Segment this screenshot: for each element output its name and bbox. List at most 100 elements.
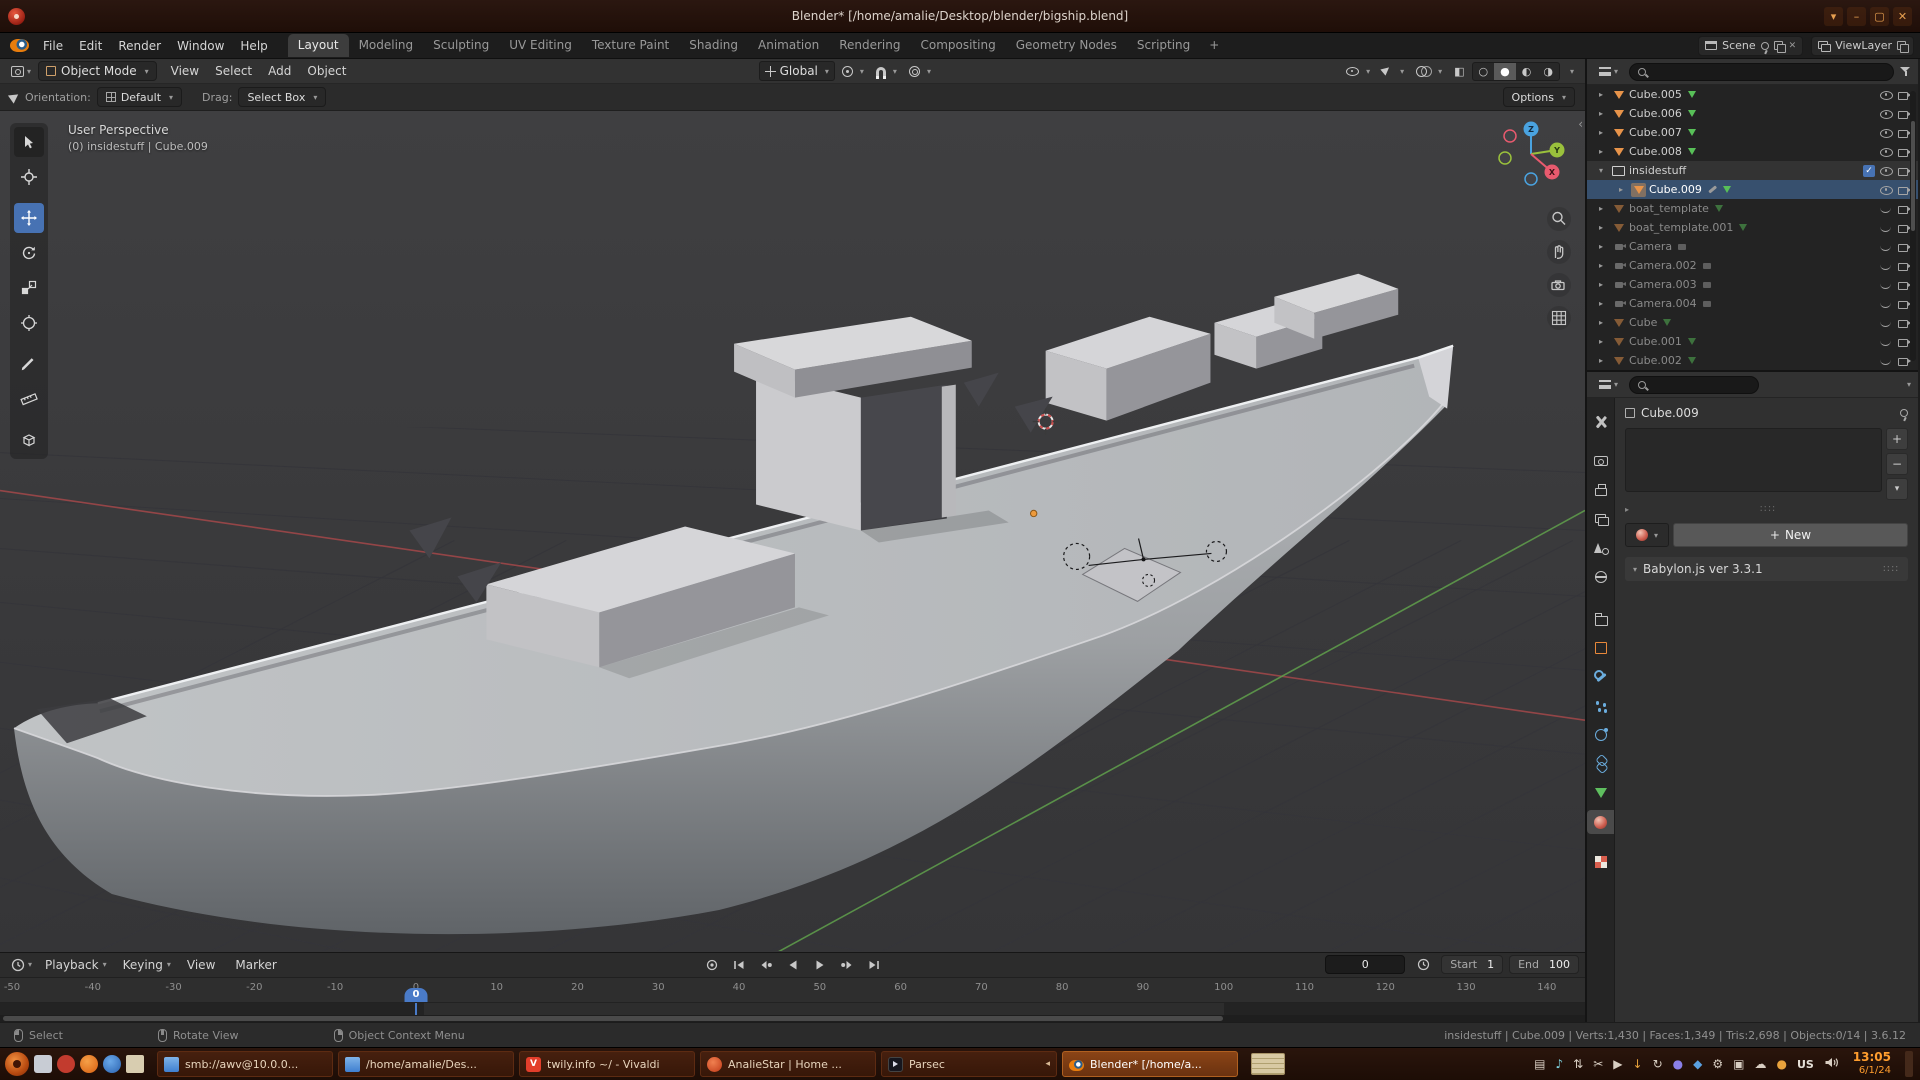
timeline-scrollbar[interactable] xyxy=(0,1015,1585,1022)
outliner-row[interactable]: ▸ Camera xyxy=(1587,237,1918,256)
disclosure-triangle[interactable]: ▸ xyxy=(1599,147,1608,156)
workspace-tab[interactable]: Compositing xyxy=(910,34,1005,57)
clock[interactable]: 13:05 6/1/24 xyxy=(1853,1051,1891,1076)
tool-tab[interactable] xyxy=(1587,410,1614,434)
workspace-tab[interactable]: Layout xyxy=(288,34,349,57)
app-menu-item[interactable]: Window xyxy=(169,37,232,55)
cursor-tool[interactable] xyxy=(14,162,44,192)
disclosure-triangle[interactable]: ▾ xyxy=(1599,166,1608,175)
properties-options-chevron[interactable]: ▾ xyxy=(1907,380,1911,389)
outliner-row[interactable]: ▸ Cube.008 xyxy=(1587,142,1918,161)
collection-tab[interactable] xyxy=(1587,607,1614,631)
outliner-row[interactable]: ▸ Camera.004 xyxy=(1587,294,1918,313)
object-name[interactable]: Cube.007 xyxy=(1629,126,1682,139)
properties-search-input[interactable] xyxy=(1629,376,1759,394)
timeline-menu-item[interactable]: View xyxy=(179,956,227,974)
playhead-line[interactable] xyxy=(415,1003,417,1015)
proportional-editing-toggle[interactable]: ▾ xyxy=(904,61,936,81)
playhead[interactable]: 0 xyxy=(405,988,428,1002)
measure-tool[interactable] xyxy=(14,384,44,414)
launcher-firefox-icon[interactable] xyxy=(80,1055,98,1073)
outliner-row[interactable]: ▸ Cube xyxy=(1587,313,1918,332)
navigation-gizmo[interactable]: Z Y X xyxy=(1489,113,1573,200)
workspace-tab[interactable]: Rendering xyxy=(829,34,910,57)
jump-to-end-button[interactable] xyxy=(862,955,886,974)
object-origin-dot[interactable] xyxy=(1030,510,1036,516)
panel-hide-button[interactable] xyxy=(1905,1051,1913,1077)
volume-icon[interactable] xyxy=(1824,1056,1839,1072)
workspace-tab[interactable]: Sculpting xyxy=(423,34,499,57)
taskbar-task[interactable]: Parsec ◂ xyxy=(881,1051,1057,1077)
camera-view-icon[interactable] xyxy=(1547,273,1571,297)
overlays-dropdown[interactable]: ▾ xyxy=(1411,61,1447,81)
visibility-eye-icon[interactable] xyxy=(1878,335,1894,349)
start-menu-button[interactable] xyxy=(5,1052,29,1076)
shading-solid-button[interactable]: ● xyxy=(1494,63,1516,80)
remove-slot-button[interactable]: − xyxy=(1886,453,1908,475)
viewport-canvas[interactable] xyxy=(0,111,1585,951)
visibility-eye-icon[interactable] xyxy=(1878,297,1894,311)
visibility-eye-icon[interactable] xyxy=(1878,126,1894,140)
disclosure-triangle[interactable]: ▸ xyxy=(1599,90,1608,99)
texture-tab[interactable] xyxy=(1587,850,1614,874)
object-name[interactable]: Cube.009 xyxy=(1649,183,1702,196)
material-tab[interactable] xyxy=(1587,810,1614,834)
outliner-row[interactable]: ▸ Cube.006 xyxy=(1587,104,1918,123)
move-tool[interactable] xyxy=(14,203,44,233)
slot-list-grip[interactable]: ▸ ∷∷ xyxy=(1625,502,1908,517)
viewport-menu-item[interactable]: View xyxy=(163,62,207,80)
orthographic-toggle-icon[interactable] xyxy=(1547,306,1571,330)
visibility-eye-icon[interactable] xyxy=(1878,221,1894,235)
workspace-tab[interactable]: Animation xyxy=(748,34,829,57)
outliner-row[interactable]: ▾ insidestuff xyxy=(1587,161,1918,180)
sidebar-collapse-arrow[interactable]: ‹ xyxy=(1578,117,1583,131)
visibility-eye-icon[interactable] xyxy=(1878,107,1894,121)
filter-icon[interactable] xyxy=(1900,66,1911,77)
taskbar-task[interactable]: AnalieStar | Home ... xyxy=(700,1051,876,1077)
tray-app-icon[interactable]: ◆ xyxy=(1693,1058,1702,1070)
tray-player-icon[interactable]: ▶ xyxy=(1613,1058,1622,1070)
disclosure-triangle[interactable]: ▸ xyxy=(1599,318,1608,327)
shading-wireframe-button[interactable]: ○ xyxy=(1473,63,1495,80)
outliner-scrollbar[interactable] xyxy=(1910,91,1916,361)
outliner-row[interactable]: ▸ Camera.003 xyxy=(1587,275,1918,294)
options-dropdown[interactable]: Options▾ xyxy=(1503,87,1575,107)
viewport-menu-item[interactable]: Select xyxy=(207,62,260,80)
outliner-editor-type-button[interactable]: ▾ xyxy=(1594,65,1623,78)
add-slot-button[interactable]: + xyxy=(1886,428,1908,450)
app-menu-item[interactable]: Help xyxy=(232,37,275,55)
editor-type-button[interactable]: ▾ xyxy=(6,64,36,79)
drag-mode-dropdown[interactable]: Select Box▾ xyxy=(238,87,326,107)
properties-editor-type-button[interactable]: ▾ xyxy=(1594,378,1623,391)
object-name[interactable]: Cube.008 xyxy=(1629,145,1682,158)
tray-clipboard-icon[interactable]: ▤ xyxy=(1534,1058,1545,1070)
object-name[interactable]: Cube.006 xyxy=(1629,107,1682,120)
launcher-files-icon[interactable] xyxy=(103,1055,121,1073)
auto-keying-toggle[interactable] xyxy=(700,955,724,974)
object-name[interactable]: Cube.001 xyxy=(1629,335,1682,348)
visibility-eye-icon[interactable] xyxy=(1878,164,1894,178)
snap-toggle[interactable]: ▾ xyxy=(871,61,902,81)
disclosure-triangle[interactable]: ▸ xyxy=(1599,356,1608,365)
shading-dropdown[interactable]: ▾ xyxy=(1562,61,1579,81)
maximize-button[interactable]: ▢ xyxy=(1870,7,1889,26)
disclosure-triangle[interactable]: ▸ xyxy=(1599,299,1608,308)
tray-screen-icon[interactable]: ▣ xyxy=(1733,1058,1744,1070)
object-name[interactable]: Cube xyxy=(1629,316,1657,329)
taskbar-task[interactable]: Blender* [/home/a... xyxy=(1062,1051,1238,1077)
object-tab[interactable] xyxy=(1587,636,1614,660)
workspace-tab[interactable]: UV Editing xyxy=(499,34,582,57)
timeline-scrollbar-thumb[interactable] xyxy=(3,1016,1223,1021)
tray-network-icon[interactable]: ⇅ xyxy=(1573,1058,1583,1070)
render-tab[interactable] xyxy=(1587,449,1614,473)
viewport-menu-item[interactable]: Object xyxy=(299,62,354,80)
launcher-icon[interactable] xyxy=(57,1055,75,1073)
tray-notifications-icon[interactable]: ● xyxy=(1776,1058,1786,1070)
start-frame-field[interactable]: Start1 xyxy=(1441,955,1503,974)
mode-dropdown[interactable]: Object Mode▾ xyxy=(38,61,157,81)
taskbar-task[interactable]: smb://awv@10.0.0... xyxy=(157,1051,333,1077)
workspace-tab[interactable]: Scripting xyxy=(1127,34,1200,57)
workspace-tab[interactable]: Texture Paint xyxy=(582,34,679,57)
object-name[interactable]: Camera.003 xyxy=(1629,278,1697,291)
play-reverse-button[interactable] xyxy=(781,955,805,974)
